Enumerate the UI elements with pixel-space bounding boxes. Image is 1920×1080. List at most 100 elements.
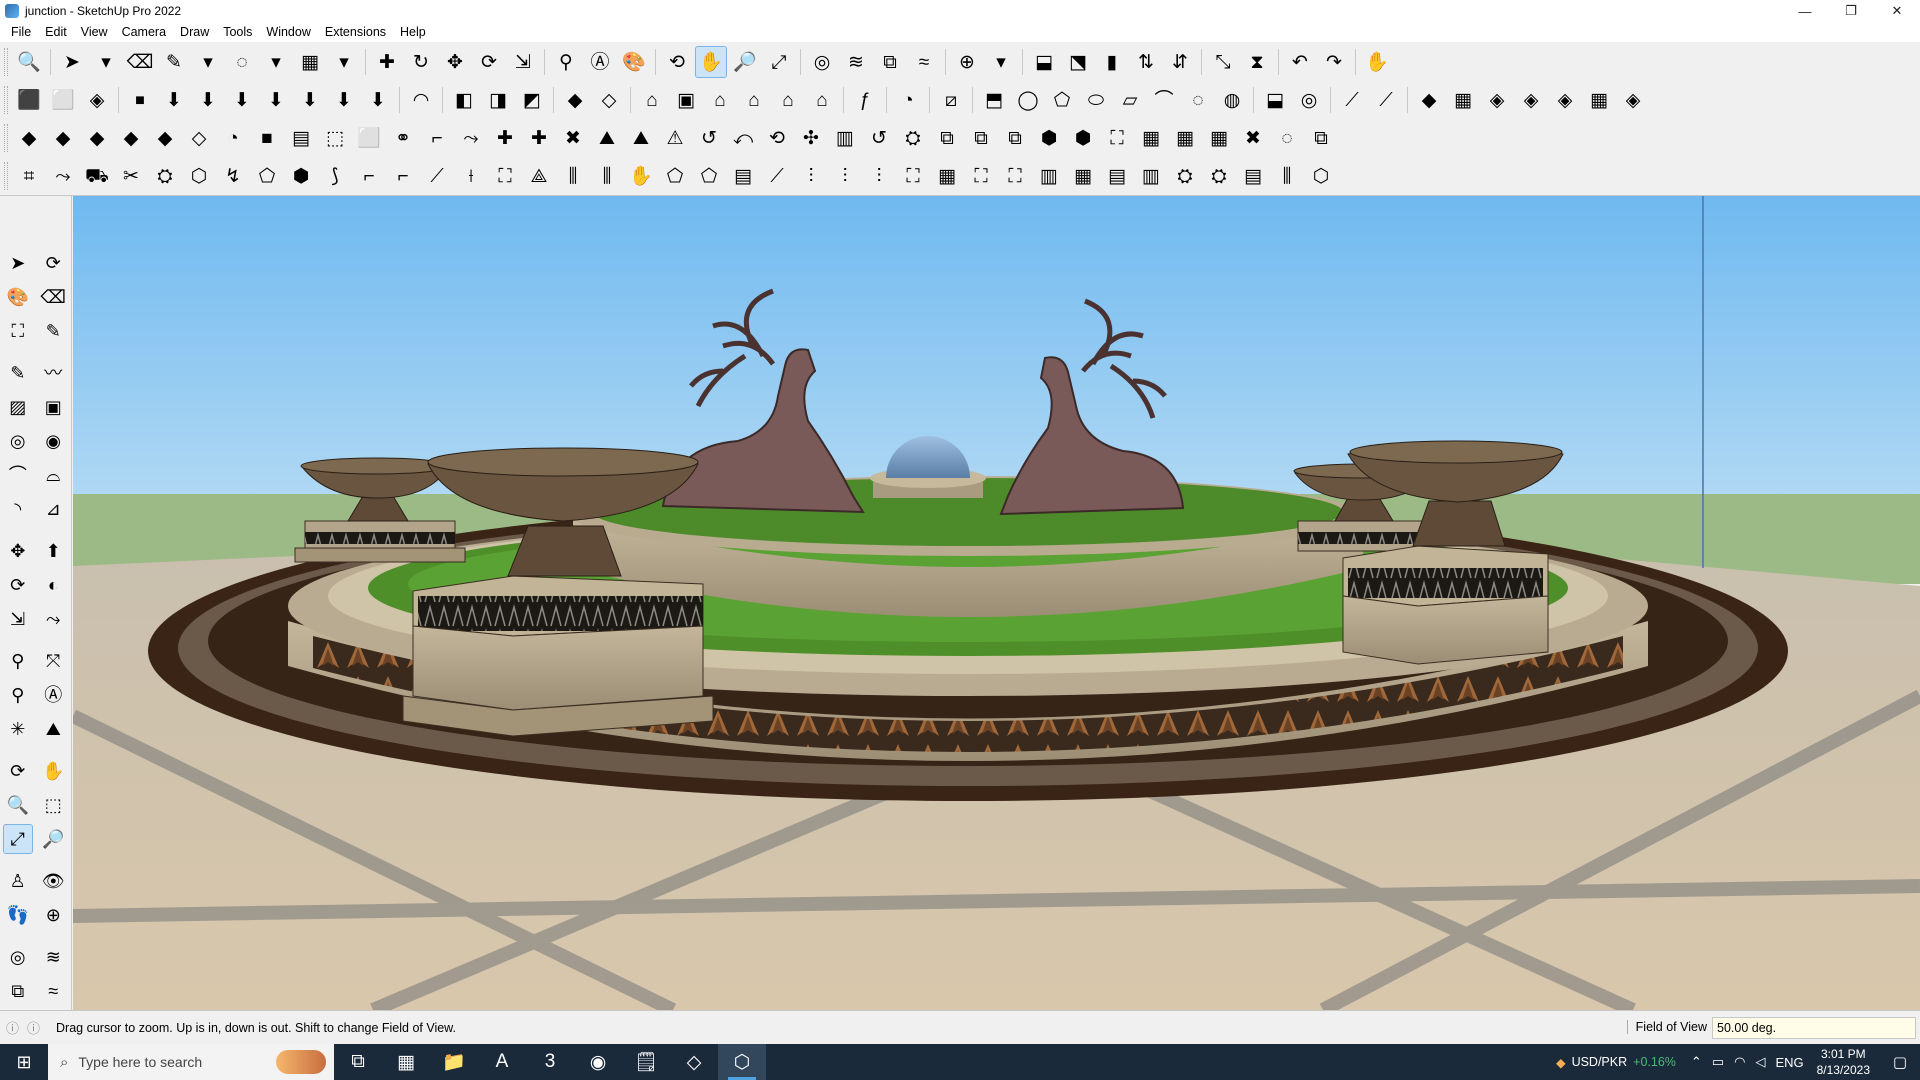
toolbar-tool-icon[interactable]: ⬢ <box>286 161 316 191</box>
toolbar-tool-icon[interactable]: ⬠ <box>252 161 282 191</box>
toolbar-tool-icon[interactable]: ⊕ <box>952 47 982 77</box>
toolbar-tool-icon[interactable]: ⬢ <box>1068 123 1098 153</box>
toolbar-tool-icon[interactable]: ⟋ <box>422 161 452 191</box>
toolbar-tool-icon[interactable]: ▦ <box>1448 85 1478 115</box>
toolbar-tool-icon[interactable]: ⬡ <box>184 161 214 191</box>
large-tool-icon[interactable]: ⛶ <box>4 317 32 345</box>
toolbar-tool-icon[interactable]: ◆ <box>150 123 180 153</box>
toolbar-tool-icon[interactable]: ✎ <box>159 47 189 77</box>
toolbar-tool-icon[interactable]: ⬜ <box>48 85 78 115</box>
toolbar-tool-icon[interactable]: ⟳ <box>474 47 504 77</box>
toolbar-tool-icon[interactable]: ⏹ <box>125 85 155 115</box>
toolbar-tool-icon[interactable]: ⧉ <box>1306 123 1336 153</box>
menu-edit[interactable]: Edit <box>38 25 74 39</box>
large-tool-icon[interactable]: ◎ <box>4 943 32 971</box>
large-tool-icon[interactable]: ⚲ <box>4 647 32 675</box>
toolbar-tool-icon[interactable]: ▤ <box>728 161 758 191</box>
large-tool-icon[interactable]: ◎ <box>4 427 32 455</box>
large-tool-icon[interactable]: ✥ <box>4 537 32 565</box>
currency-widget[interactable]: ◆ USD/PKR +0.16% <box>1556 1055 1676 1070</box>
toolbar-tool-icon[interactable]: ▦ <box>1170 123 1200 153</box>
toolbar-tool-icon[interactable]: ⟆ <box>320 161 350 191</box>
volume-icon[interactable]: ◁ <box>1755 1054 1765 1070</box>
toolbar-tool-icon[interactable]: ◈ <box>1482 85 1512 115</box>
toolbar-tool-icon[interactable]: ⤳ <box>48 161 78 191</box>
toolbar-tool-icon[interactable]: ⬇ <box>329 85 359 115</box>
toolbar-tool-icon[interactable]: ⬇ <box>295 85 325 115</box>
large-tool-icon[interactable]: ⟳ <box>4 757 32 785</box>
large-tool-icon[interactable]: ⬚ <box>39 791 67 819</box>
toolbar-tool-icon[interactable]: ↯ <box>218 161 248 191</box>
toolbar-tool-icon[interactable]: ⛶ <box>1000 161 1030 191</box>
taskbar-app-icon[interactable]: ◇ <box>670 1044 718 1080</box>
toolbar-tool-icon[interactable]: ◌ <box>1272 123 1302 153</box>
toolbar-tool-icon[interactable]: ⟋ <box>1371 85 1401 115</box>
toolbar-tool-icon[interactable]: ⬚ <box>320 123 350 153</box>
toolbar-tool-icon[interactable]: ✚ <box>372 47 402 77</box>
toolbar-tool-icon[interactable]: ⟊ <box>456 161 486 191</box>
toolbar-tool-icon[interactable]: ≈ <box>909 47 939 77</box>
model-viewport[interactable] <box>73 196 1920 1010</box>
toolbar-tool-icon[interactable]: ◇ <box>594 85 624 115</box>
toolbar-tool-icon[interactable]: ⬒ <box>979 85 1009 115</box>
toolbar-tool-icon[interactable]: ▾ <box>261 47 291 77</box>
toolbar-tool-icon[interactable]: ◆ <box>116 123 146 153</box>
menu-draw[interactable]: Draw <box>173 25 216 39</box>
toolbar-tool-icon[interactable]: ⬭ <box>1081 85 1111 115</box>
toolbar-tool-icon[interactable]: ⧗ <box>1242 47 1272 77</box>
toolbar-tool-icon[interactable]: ⬓ <box>1029 47 1059 77</box>
toolbar-tool-icon[interactable]: ⌗ <box>14 161 44 191</box>
toolbar-tool-icon[interactable]: ⛭ <box>1170 161 1200 191</box>
large-tool-icon[interactable]: ⊕ <box>39 901 67 929</box>
toolbar-tool-icon[interactable]: ⛰ <box>592 123 622 153</box>
toolbar-tool-icon[interactable]: ⛶ <box>490 161 520 191</box>
toolbar-tool-icon[interactable]: ◆ <box>82 123 112 153</box>
toolbar-tool-icon[interactable]: ▥ <box>1136 161 1166 191</box>
toolbar-tool-icon[interactable]: ✖ <box>1238 123 1268 153</box>
large-tool-icon[interactable]: 〰 <box>39 359 67 387</box>
toolbar-tool-icon[interactable]: ◆ <box>560 85 590 115</box>
toolbar-tool-icon[interactable]: ⫶ <box>864 161 894 191</box>
toolbar-tool-icon[interactable]: ⬠ <box>660 161 690 191</box>
toolbar-tool-icon[interactable]: ⇅ <box>1131 47 1161 77</box>
large-tool-icon[interactable]: ◉ <box>39 427 67 455</box>
toolbar-tool-icon[interactable]: ⌒ <box>1149 85 1179 115</box>
toolbar-tool-icon[interactable]: ◎ <box>1294 85 1324 115</box>
large-tool-icon[interactable]: ✎ <box>39 317 67 345</box>
toolbar-tool-icon[interactable]: ✋ <box>626 161 656 191</box>
taskbar-app-icon[interactable]: 3 <box>526 1044 574 1080</box>
toolbar-tool-icon[interactable]: ▮ <box>1097 47 1127 77</box>
toolbar-tool-icon[interactable]: ⫼ <box>558 161 588 191</box>
toolbar-tool-icon[interactable]: ◨ <box>483 85 513 115</box>
toolbar-tool-icon[interactable]: ⇵ <box>1165 47 1195 77</box>
toolbar-tool-icon[interactable]: ◌ <box>1183 85 1213 115</box>
toolbar-tool-icon[interactable]: ⟁ <box>524 161 554 191</box>
toolbar-tool-icon[interactable]: ✣ <box>796 123 826 153</box>
clock[interactable]: 3:01 PM 8/13/2023 <box>1817 1046 1870 1078</box>
large-tool-icon[interactable]: ⊿ <box>39 495 67 523</box>
toolbar-tool-icon[interactable]: ⧉ <box>875 47 905 77</box>
toolbar-tool-icon[interactable]: ↺ <box>864 123 894 153</box>
toolbar-tool-icon[interactable]: ✖ <box>558 123 588 153</box>
instructor-icon[interactable]: ⓘ <box>27 1018 40 1037</box>
wifi-icon[interactable]: ◠ <box>1734 1054 1745 1070</box>
toolbar-grip[interactable] <box>4 48 8 76</box>
toolbar-tool-icon[interactable]: ⌂ <box>637 85 667 115</box>
toolbar-tool-icon[interactable]: ⬠ <box>1047 85 1077 115</box>
menu-camera[interactable]: Camera <box>115 25 173 39</box>
toolbar-tool-icon[interactable]: ⬇ <box>193 85 223 115</box>
toolbar-tool-icon[interactable]: ▦ <box>932 161 962 191</box>
large-tool-icon[interactable]: ⧉ <box>4 977 32 1005</box>
large-tool-icon[interactable]: ⚲ <box>4 681 32 709</box>
toolbar-tool-icon[interactable]: ⚭ <box>388 123 418 153</box>
toolbar-tool-icon[interactable]: ▦ <box>1584 85 1614 115</box>
toolbar-tool-icon[interactable]: ⛭ <box>1204 161 1234 191</box>
toolbar-tool-icon[interactable]: ▾ <box>986 47 1016 77</box>
minimize-button[interactable]: — <box>1782 0 1828 22</box>
toolbar-tool-icon[interactable]: ◆ <box>14 123 44 153</box>
toolbar-tool-icon[interactable]: ◈ <box>1618 85 1648 115</box>
toolbar-tool-icon[interactable]: ◧ <box>449 85 479 115</box>
start-button[interactable]: ⊞ <box>0 1044 48 1080</box>
fountain-scene[interactable] <box>73 196 1920 1010</box>
large-tool-icon[interactable]: ⤢ <box>2 824 33 854</box>
